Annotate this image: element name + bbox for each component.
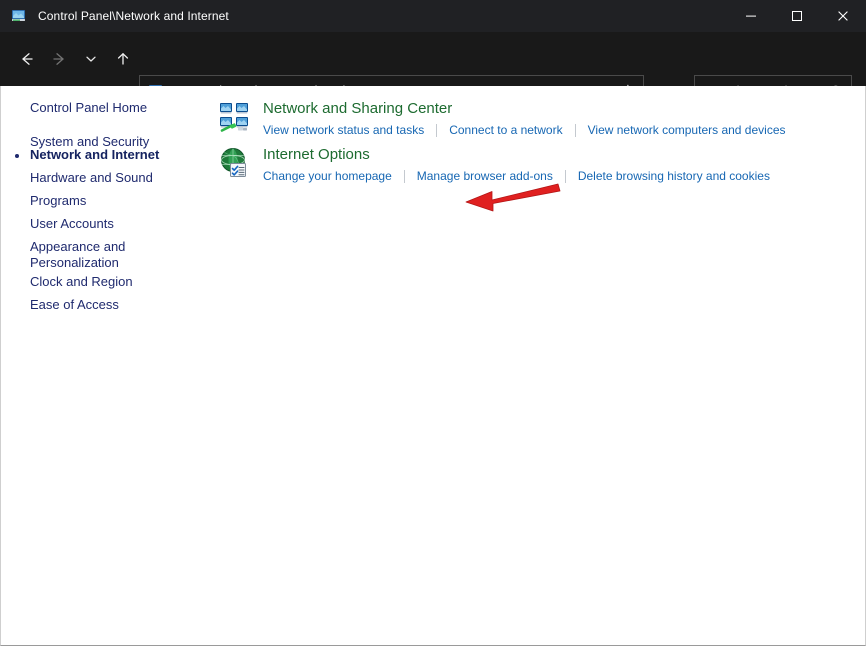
internet-options-icon [219,147,251,179]
forward-arrow-icon [53,53,64,65]
sidebar-item-ease-of-access[interactable]: Ease of Access [30,297,119,313]
sidebar-item-user-accounts[interactable]: User Accounts [30,216,114,232]
chevron-down-icon [86,56,96,62]
forward-button[interactable] [43,43,75,75]
category-list: Network and Sharing Center View network … [216,86,865,645]
sidebar-item-appearance-and-personalization[interactable]: Appearance and Personalization [30,239,150,271]
navigation-bar: › Control Panel › Network and Internet [0,32,866,107]
control-panel-network-icon [11,8,27,24]
category-title-internet-options[interactable]: Internet Options [263,146,370,163]
sidebar-item-clock-and-region[interactable]: Clock and Region [30,274,133,290]
category-title-network-and-sharing-center[interactable]: Network and Sharing Center [263,100,452,117]
sidebar: Control Panel Home System and Security N… [1,86,216,645]
category-links-network-and-sharing-center: View network status and tasks Connect to… [263,123,786,137]
up-button[interactable] [107,43,139,75]
title-bar: Control Panel\Network and Internet [0,0,866,32]
recent-locations-button[interactable] [75,43,107,75]
link-separator [564,169,566,183]
maximize-icon [792,11,802,21]
minimize-button[interactable] [728,0,774,32]
close-button[interactable] [820,0,866,32]
sidebar-item-hardware-and-sound[interactable]: Hardware and Sound [30,170,153,186]
back-arrow-icon [22,53,33,65]
back-button[interactable] [11,43,43,75]
content-area: Control Panel Home System and Security N… [0,86,866,646]
link-separator [436,123,438,137]
category-links-internet-options: Change your homepage Manage browser add-… [263,169,770,183]
up-arrow-icon [117,53,129,65]
control-panel-window: Control Panel\Network and Internet Searc… [0,0,866,646]
sidebar-item-network-and-internet[interactable]: Network and Internet [30,147,159,163]
link-view-network-computers-and-devices[interactable]: View network computers and devices [588,123,786,137]
sidebar-item-programs[interactable]: Programs [30,193,86,209]
window-title: Control Panel\Network and Internet [38,9,229,23]
link-change-your-homepage[interactable]: Change your homepage [263,169,392,183]
network-sharing-center-icon [219,101,251,133]
link-connect-to-a-network[interactable]: Connect to a network [449,123,562,137]
link-separator [574,123,576,137]
link-manage-browser-add-ons[interactable]: Manage browser add-ons [417,169,553,183]
close-icon [838,11,848,21]
maximize-button[interactable] [774,0,820,32]
sidebar-item-control-panel-home[interactable]: Control Panel Home [30,100,147,116]
link-separator [403,169,405,183]
window-controls [728,0,866,32]
sidebar-current-bullet [15,154,19,158]
link-view-network-status-and-tasks[interactable]: View network status and tasks [263,123,424,137]
minimize-icon [746,15,756,17]
link-delete-browsing-history-and-cookies[interactable]: Delete browsing history and cookies [578,169,770,183]
